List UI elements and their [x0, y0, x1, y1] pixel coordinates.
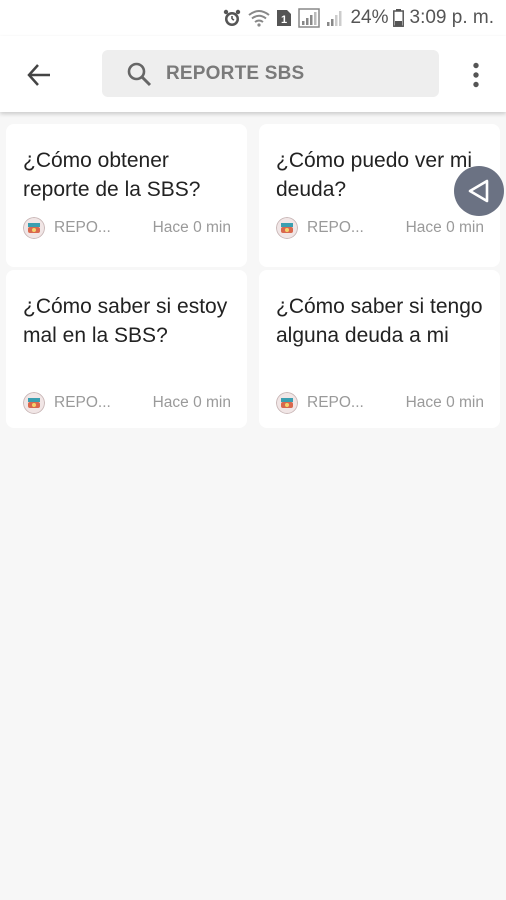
card-title: ¿Cómo obtener reporte de la SBS?	[23, 149, 201, 201]
card-title: ¿Cómo saber si estoy mal en la SBS?	[23, 295, 228, 347]
sim-icon: 1	[276, 9, 292, 27]
signal-icon	[326, 8, 344, 28]
triangle-left-icon	[468, 179, 489, 203]
battery-percent: 24%	[350, 7, 389, 28]
card-source: REPO...	[307, 394, 364, 411]
card-meta: REPO... Hace 0 min	[276, 392, 484, 414]
arrow-left-icon	[27, 64, 50, 86]
card-source: REPO...	[54, 394, 111, 411]
result-card[interactable]: ¿Cómo saber si tengo alguna deuda a mi R…	[259, 270, 500, 428]
alarm-icon	[222, 8, 242, 28]
result-card[interactable]: ¿Cómo saber si estoy mal en la SBS? REPO…	[6, 270, 247, 428]
signal-icon	[298, 8, 321, 28]
floating-button[interactable]	[454, 166, 504, 216]
status-bar: 1 24% 3:09 p. m.	[0, 0, 506, 36]
search-bar[interactable]: REPORTE SBS	[102, 50, 439, 97]
card-title: ¿Cómo puedo ver mi deuda?	[276, 149, 473, 201]
more-options-button[interactable]	[456, 50, 496, 100]
card-time: Hace 0 min	[405, 219, 484, 236]
card-source: REPO...	[54, 219, 111, 236]
result-card[interactable]: ¿Cómo obtener reporte de la SBS? REPO...…	[6, 124, 247, 267]
more-vert-icon	[473, 62, 479, 88]
search-query: REPORTE SBS	[166, 62, 305, 84]
source-avatar	[276, 392, 298, 414]
card-meta: REPO... Hace 0 min	[276, 217, 484, 239]
clock: 3:09 p. m.	[409, 7, 495, 28]
back-button[interactable]	[14, 50, 64, 100]
card-source: REPO...	[307, 219, 364, 236]
card-title: ¿Cómo saber si tengo alguna deuda a mi	[276, 295, 483, 347]
card-time: Hace 0 min	[152, 394, 231, 411]
search-icon	[127, 62, 152, 86]
source-avatar	[23, 217, 45, 239]
wifi-icon	[248, 9, 271, 27]
card-meta: REPO... Hace 0 min	[23, 217, 231, 239]
card-time: Hace 0 min	[405, 394, 484, 411]
source-avatar	[276, 217, 298, 239]
battery-icon	[392, 9, 404, 27]
app-bar: REPORTE SBS	[0, 36, 506, 112]
sim-badge-text: 1	[281, 14, 287, 26]
source-avatar	[23, 392, 45, 414]
card-meta: REPO... Hace 0 min	[23, 392, 231, 414]
card-time: Hace 0 min	[152, 219, 231, 236]
